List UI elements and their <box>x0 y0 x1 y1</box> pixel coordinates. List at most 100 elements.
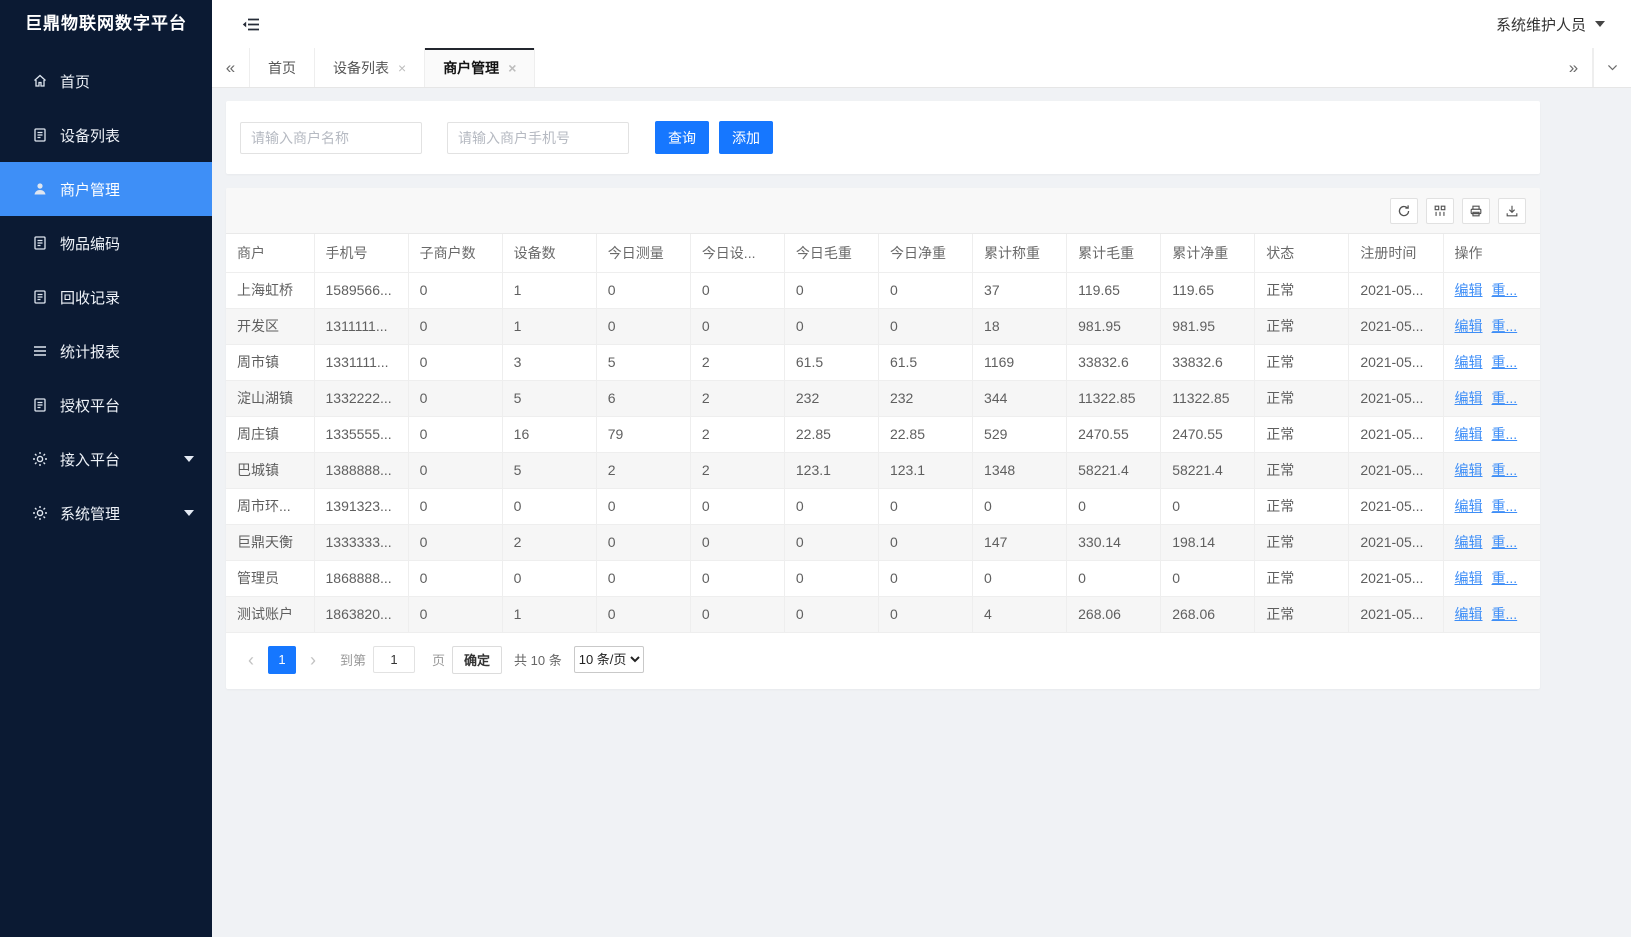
sidebar-item-merchant-management[interactable]: 商户管理 <box>0 162 212 216</box>
sidebar-item-access-platform[interactable]: 接入平台 <box>0 432 212 486</box>
prev-page-button[interactable]: ‹ <box>241 651 261 669</box>
page-1-button[interactable]: 1 <box>268 646 296 674</box>
reset-link[interactable]: 重... <box>1492 390 1518 406</box>
refresh-button[interactable] <box>1390 198 1418 224</box>
close-icon[interactable]: × <box>398 61 406 75</box>
table-cell: 正常 <box>1255 596 1349 632</box>
goto-suffix-label: 页 <box>432 650 445 669</box>
main-area: 系统维护人员 « 首页 设备列表 × 商户管理 × » 查询 添加 <box>212 0 1631 937</box>
sidebar-collapse-button[interactable] <box>242 16 261 33</box>
reset-link[interactable]: 重... <box>1492 498 1518 514</box>
add-button[interactable]: 添加 <box>719 121 773 154</box>
tabs-menu-button[interactable] <box>1593 48 1631 87</box>
total-count-label: 共 10 条 <box>514 650 562 669</box>
table-cell: 0 <box>408 380 502 416</box>
topbar: 系统维护人员 <box>212 0 1631 48</box>
table-cell: 123.1 <box>784 452 878 488</box>
edit-link[interactable]: 编辑 <box>1455 354 1483 370</box>
reset-link[interactable]: 重... <box>1492 534 1518 550</box>
merchant-name-input[interactable] <box>240 122 422 154</box>
table-cell: 268.06 <box>1161 596 1255 632</box>
table-cell: 淀山湖镇 <box>226 380 314 416</box>
table-cell: 1331111... <box>314 344 408 380</box>
table-cell: 1589566... <box>314 272 408 308</box>
tab-label: 首页 <box>268 58 296 78</box>
page-size-select[interactable]: 10 条/页 <box>574 646 644 673</box>
sidebar-item-device-list[interactable]: 设备列表 <box>0 108 212 162</box>
query-button[interactable]: 查询 <box>655 121 709 154</box>
reset-link[interactable]: 重... <box>1492 462 1518 478</box>
table-cell: 3 <box>502 344 596 380</box>
table-cell-operations: 编辑重... <box>1443 416 1540 452</box>
next-page-button[interactable]: › <box>303 651 323 669</box>
column-header: 累计称重 <box>973 234 1067 272</box>
edit-link[interactable]: 编辑 <box>1455 426 1483 442</box>
column-header: 状态 <box>1255 234 1349 272</box>
edit-link[interactable]: 编辑 <box>1455 498 1483 514</box>
chevron-down-icon <box>1595 21 1605 27</box>
reset-link[interactable]: 重... <box>1492 606 1518 622</box>
table-cell-operations: 编辑重... <box>1443 560 1540 596</box>
edit-link[interactable]: 编辑 <box>1455 282 1483 298</box>
table-cell: 0 <box>878 308 972 344</box>
reset-link[interactable]: 重... <box>1492 354 1518 370</box>
table-cell: 147 <box>973 524 1067 560</box>
edit-link[interactable]: 编辑 <box>1455 390 1483 406</box>
tabs-scroll-right-button[interactable]: » <box>1555 48 1593 87</box>
table-cell: 0 <box>878 488 972 524</box>
sidebar-item-statistics-report[interactable]: 统计报表 <box>0 324 212 378</box>
table-cell: 2021-05... <box>1349 452 1443 488</box>
print-icon <box>1469 204 1483 218</box>
search-panel: 查询 添加 <box>226 101 1540 174</box>
reset-link[interactable]: 重... <box>1492 426 1518 442</box>
goto-page-input[interactable] <box>373 646 415 673</box>
sidebar-item-home[interactable]: 首页 <box>0 54 212 108</box>
edit-link[interactable]: 编辑 <box>1455 318 1483 334</box>
table-cell: 0 <box>690 488 784 524</box>
merchant-phone-input[interactable] <box>447 122 629 154</box>
edit-link[interactable]: 编辑 <box>1455 534 1483 550</box>
sidebar-item-recycle-records[interactable]: 回收记录 <box>0 270 212 324</box>
tabs-scroll-left-button[interactable]: « <box>212 48 250 87</box>
table-cell: 0 <box>1161 488 1255 524</box>
table-cell: 0 <box>690 272 784 308</box>
sidebar-item-item-code[interactable]: 物品编码 <box>0 216 212 270</box>
table-row: 上海虹桥1589566...01000037119.65119.65正常2021… <box>226 272 1540 308</box>
table-cell: 2 <box>690 344 784 380</box>
table-cell: 5 <box>502 380 596 416</box>
reset-link[interactable]: 重... <box>1492 318 1518 334</box>
edit-link[interactable]: 编辑 <box>1455 606 1483 622</box>
reset-link[interactable]: 重... <box>1492 282 1518 298</box>
column-header: 今日毛重 <box>784 234 878 272</box>
sidebar-item-system-management[interactable]: 系统管理 <box>0 486 212 540</box>
chevron-down-icon <box>184 510 194 516</box>
table-cell: 981.95 <box>1161 308 1255 344</box>
table-cell: 0 <box>784 596 878 632</box>
tab-home[interactable]: 首页 <box>250 48 315 87</box>
tab-device-list[interactable]: 设备列表 × <box>315 48 425 87</box>
tab-merchant-management[interactable]: 商户管理 × <box>425 48 535 87</box>
edit-link[interactable]: 编辑 <box>1455 570 1483 586</box>
sidebar-item-label: 设备列表 <box>60 125 120 146</box>
refresh-icon <box>1397 204 1411 218</box>
print-button[interactable] <box>1462 198 1490 224</box>
confirm-button[interactable]: 确定 <box>452 646 502 674</box>
table-cell: 正常 <box>1255 416 1349 452</box>
user-menu[interactable]: 系统维护人员 <box>1496 14 1605 35</box>
content: 查询 添加 商户手机号子商户数设备数今日测量 <box>212 88 1631 937</box>
close-icon[interactable]: × <box>508 61 516 75</box>
export-button[interactable] <box>1498 198 1526 224</box>
sidebar-item-authorized-platform[interactable]: 授权平台 <box>0 378 212 432</box>
table-cell: 2 <box>596 452 690 488</box>
table-cell: 测试账户 <box>226 596 314 632</box>
table-cell: 198.14 <box>1161 524 1255 560</box>
table-cell: 1333333... <box>314 524 408 560</box>
doc-icon <box>32 235 48 251</box>
columns-button[interactable] <box>1426 198 1454 224</box>
table-cell-operations: 编辑重... <box>1443 452 1540 488</box>
column-header: 今日设... <box>690 234 784 272</box>
edit-link[interactable]: 编辑 <box>1455 462 1483 478</box>
table-cell: 1169 <box>973 344 1067 380</box>
reset-link[interactable]: 重... <box>1492 570 1518 586</box>
table-cell-operations: 编辑重... <box>1443 524 1540 560</box>
